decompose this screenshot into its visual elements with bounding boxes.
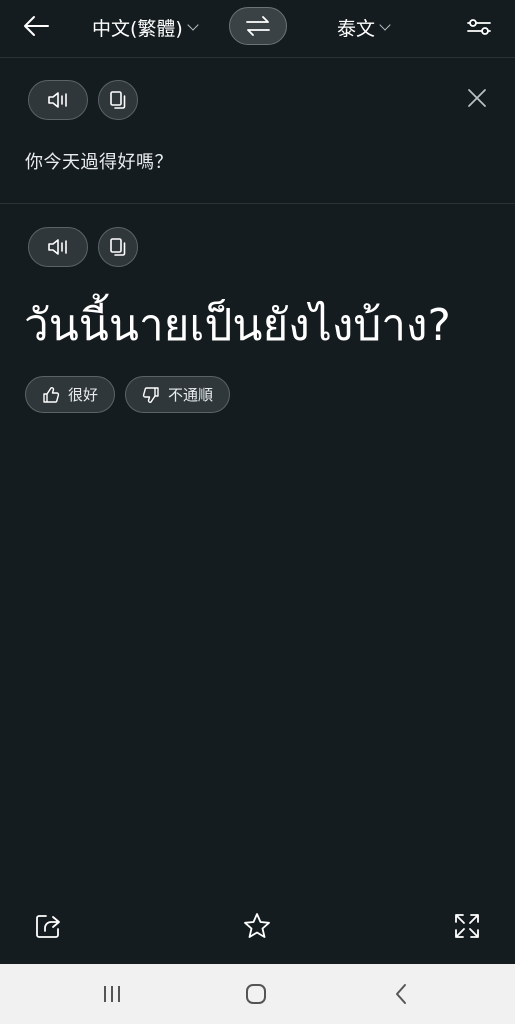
home-button[interactable] xyxy=(236,978,276,1010)
feedback-bad-label: 不通順 xyxy=(168,386,214,404)
thumbs-up-icon xyxy=(43,386,60,403)
recent-apps-button[interactable] xyxy=(92,978,132,1010)
recent-apps-icon xyxy=(104,986,120,1002)
swap-arrows-icon xyxy=(246,16,270,36)
target-language-label: 泰文 xyxy=(337,17,376,40)
target-language-selector[interactable]: 泰文 xyxy=(337,13,391,41)
source-language-selector[interactable]: 中文(繁體) xyxy=(92,13,199,41)
source-speak-button[interactable] xyxy=(28,80,88,120)
system-navigation-bar xyxy=(0,964,515,1024)
chevron-down-icon xyxy=(187,18,199,31)
feedback-good-button[interactable]: 很好 xyxy=(25,376,116,413)
speaker-icon xyxy=(48,239,67,255)
source-language-label: 中文(繁體) xyxy=(92,17,183,40)
copy-icon xyxy=(110,238,126,256)
panel-divider xyxy=(0,203,515,204)
close-icon xyxy=(468,89,486,107)
clear-button[interactable] xyxy=(463,84,491,112)
translator-app: 中文(繁體) 泰文 你今天過得好嗎？ วันนี้นายเป็นยังไงบ้า… xyxy=(0,0,515,1024)
expand-icon xyxy=(455,914,479,938)
copy-icon xyxy=(110,91,126,109)
swap-languages-button[interactable] xyxy=(229,7,287,45)
arrow-left-icon xyxy=(24,16,49,36)
speaker-icon xyxy=(48,92,67,108)
source-copy-button[interactable] xyxy=(98,80,138,120)
star-icon xyxy=(244,913,270,938)
favorite-button[interactable] xyxy=(239,908,275,944)
back-nav-button[interactable] xyxy=(381,978,421,1010)
settings-button[interactable] xyxy=(462,12,496,42)
share-icon xyxy=(36,915,60,938)
header-divider xyxy=(0,57,515,58)
top-bar: 中文(繁體) 泰文 xyxy=(0,0,515,57)
feedback-good-label: 很好 xyxy=(68,386,99,404)
feedback-bad-button[interactable]: 不通順 xyxy=(125,376,231,413)
result-speak-button[interactable] xyxy=(28,227,88,267)
result-copy-button[interactable] xyxy=(98,227,138,267)
translation-result: วันนี้นายเป็นยังไงบ้าง? xyxy=(24,300,451,351)
source-text[interactable]: 你今天過得好嗎？ xyxy=(25,148,173,174)
thumbs-down-icon xyxy=(142,386,159,403)
home-icon xyxy=(246,984,266,1004)
chevron-left-icon xyxy=(396,984,406,1004)
fullscreen-button[interactable] xyxy=(449,908,485,944)
share-button[interactable] xyxy=(30,908,66,944)
chevron-down-icon xyxy=(379,18,391,31)
back-button[interactable] xyxy=(18,10,54,42)
sliders-icon xyxy=(467,19,491,35)
